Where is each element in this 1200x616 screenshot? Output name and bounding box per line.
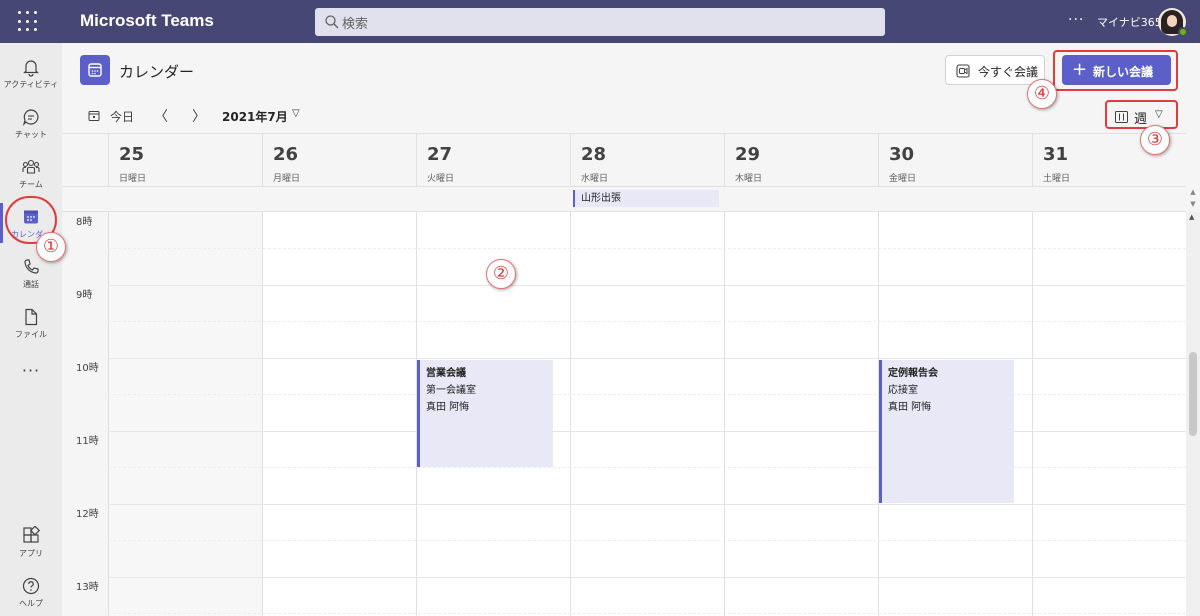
hour-label: 13時 xyxy=(76,582,99,593)
event-title: 定例報告会 xyxy=(888,368,938,379)
day-number: 26 xyxy=(273,144,299,165)
day-number: 25 xyxy=(119,144,145,165)
hour-label: 10時 xyxy=(76,363,99,374)
rail-item-label: ヘルプ xyxy=(19,599,43,608)
calendar-event[interactable]: 営業会議 第一会議室 真田 阿悔 xyxy=(417,360,553,467)
day-header[interactable]: 30 金曜日 xyxy=(878,134,1032,187)
hour-label: 9時 xyxy=(76,290,93,301)
scrollbar-thumb[interactable] xyxy=(1189,352,1197,436)
day-header[interactable]: 27 火曜日 xyxy=(416,134,570,187)
day-name: 水曜日 xyxy=(581,174,609,184)
teams-icon xyxy=(22,159,40,174)
more-apps-icon[interactable]: ··· xyxy=(0,361,62,380)
bell-icon xyxy=(23,60,39,77)
day-name: 月曜日 xyxy=(273,174,301,184)
day-header[interactable]: 29 木曜日 xyxy=(724,134,878,187)
file-icon xyxy=(25,308,38,326)
top-bar: Microsoft Teams 検索 ··· マイナビ365 xyxy=(0,0,1200,43)
all-day-row: 山形出張 xyxy=(62,186,1186,212)
rail-item-label: チーム xyxy=(19,180,43,189)
rail-item-label: ファイル xyxy=(15,330,47,339)
rail-item-label: アプリ xyxy=(19,549,43,558)
day-header[interactable]: 25 日曜日 xyxy=(108,134,262,187)
phone-icon xyxy=(24,259,39,274)
event-organizer: 真田 阿悔 xyxy=(888,402,932,413)
event-location: 応接室 xyxy=(888,385,918,396)
meet-now-label: 今すぐ会議 xyxy=(978,65,1039,79)
rail-item-label: アクティビティ xyxy=(3,80,59,89)
annotation-marker: ① xyxy=(36,232,66,262)
all-day-scroll-arrows[interactable]: ▲ ▼ xyxy=(1186,186,1200,212)
rail-item-chat[interactable]: チャット xyxy=(0,101,62,151)
rail-item-teams[interactable]: チーム xyxy=(0,151,62,201)
day-name: 木曜日 xyxy=(735,174,763,184)
app-title: Microsoft Teams xyxy=(80,11,214,30)
rail-item-label: チャット xyxy=(15,130,47,139)
search-icon xyxy=(325,15,339,29)
presence-available-icon xyxy=(1178,27,1188,37)
calendar-app-icon xyxy=(80,55,110,85)
hour-label: 8時 xyxy=(76,217,93,228)
day-name: 土曜日 xyxy=(1043,174,1071,184)
day-number: 28 xyxy=(581,144,607,165)
calendar-event[interactable]: 定例報告会 応接室 真田 阿悔 xyxy=(879,360,1014,503)
day-number: 27 xyxy=(427,144,453,165)
week-day-header: 25 日曜日 26 月曜日 27 火曜日 28 水曜日 29 木曜日 30 金曜… xyxy=(62,133,1186,187)
chat-icon xyxy=(22,109,39,126)
annotation-marker: ② xyxy=(486,259,516,289)
next-week-icon[interactable]: 〉 xyxy=(192,106,206,126)
rail-item-apps[interactable]: アプリ xyxy=(0,520,62,570)
today-button[interactable]: 今日 xyxy=(110,108,134,125)
help-icon xyxy=(22,577,40,595)
event-location: 第一会議室 xyxy=(426,385,476,396)
day-name: 火曜日 xyxy=(427,174,455,184)
annotation-highlight xyxy=(1105,100,1178,129)
scroll-up-icon[interactable]: ▲ xyxy=(1189,213,1194,221)
apps-icon xyxy=(23,526,41,543)
day-number: 29 xyxy=(735,144,761,165)
page-title: カレンダー xyxy=(119,63,195,81)
day-number: 31 xyxy=(1043,144,1069,165)
day-name: 日曜日 xyxy=(119,174,147,184)
rail-item-activity[interactable]: アクティビティ xyxy=(0,51,62,101)
search-placeholder: 検索 xyxy=(342,17,369,32)
more-options-icon[interactable]: ··· xyxy=(1068,12,1084,28)
day-header[interactable]: 26 月曜日 xyxy=(262,134,416,187)
hour-label: 11時 xyxy=(76,436,99,447)
previous-week-icon[interactable]: 〈 xyxy=(154,106,168,126)
event-title: 営業会議 xyxy=(426,368,466,379)
user-name: マイナビ365 xyxy=(1097,16,1162,29)
rail-item-help[interactable]: ヘルプ xyxy=(0,570,62,616)
month-picker[interactable]: 2021年7月 xyxy=(222,108,288,125)
week-time-grid[interactable]: 8時 9時 10時 11時 12時 13時 営業会議 第一会議室 真田 阿悔 定… xyxy=(62,212,1186,616)
annotation-marker: ④ xyxy=(1027,79,1057,109)
annotation-highlight xyxy=(1053,50,1178,91)
rail-item-label: 通話 xyxy=(23,280,39,289)
event-organizer: 真田 阿悔 xyxy=(426,402,470,413)
app-launcher-icon[interactable] xyxy=(18,11,40,33)
annotation-marker: ③ xyxy=(1140,125,1170,155)
today-calendar-icon[interactable] xyxy=(88,110,100,122)
day-name: 金曜日 xyxy=(889,174,917,184)
video-camera-icon xyxy=(956,64,970,78)
meet-now-button[interactable]: 今すぐ会議 xyxy=(945,55,1045,85)
day-header[interactable]: 28 水曜日 xyxy=(570,134,724,187)
rail-item-files[interactable]: ファイル xyxy=(0,301,62,351)
app-rail: アクティビティ チャット チーム カレンダー 通話 ファイル ··· アプリ ヘ… xyxy=(0,43,62,616)
all-day-event[interactable]: 山形出張 xyxy=(573,190,719,207)
hour-label: 12時 xyxy=(76,509,99,520)
chevron-down-icon[interactable]: ▽ xyxy=(292,108,300,119)
day-number: 30 xyxy=(889,144,915,165)
search-input[interactable]: 検索 xyxy=(315,8,885,36)
